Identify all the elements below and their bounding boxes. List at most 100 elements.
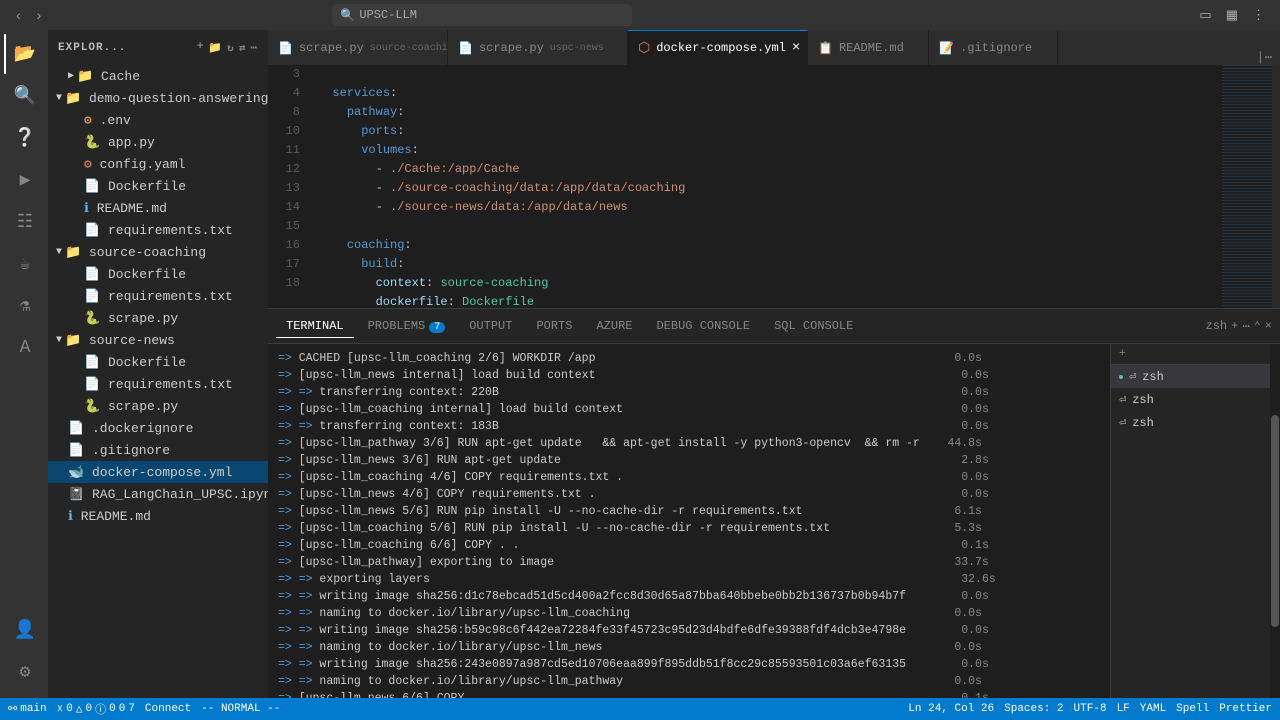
status-right: Ln 24, Col 26 Spaces: 2 UTF-8 LF YAML Sp…: [908, 703, 1272, 715]
language-status[interactable]: YAML: [1140, 703, 1166, 715]
ports-tab[interactable]: PORTS: [526, 315, 582, 338]
port-status[interactable]: Connect: [145, 703, 191, 715]
settings-icon[interactable]: ⚙: [4, 652, 44, 692]
shell-label: zsh: [1132, 393, 1154, 407]
more-icon[interactable]: ⋮: [1247, 5, 1270, 25]
terminal-scrollbar[interactable]: [1270, 344, 1280, 698]
code-content[interactable]: services: pathway: ports: volumes: - ./C…: [308, 65, 1212, 308]
shell-item-zsh-3[interactable]: ⏎ zsh: [1111, 411, 1270, 434]
refresh-icon[interactable]: ↻: [227, 41, 235, 55]
tab-bar: 📄 scrape.py source-coaching × 📄 scrape.p…: [268, 30, 1280, 65]
file-icon: 🐋: [68, 465, 84, 480]
info-count: 0: [109, 703, 116, 715]
sidebar-item-readme[interactable]: ℹ README.md: [48, 197, 268, 219]
split-editor-icon[interactable]: ⎹: [1249, 51, 1261, 65]
more-sidebar-icon[interactable]: ⋯: [250, 41, 258, 55]
terminal-output[interactable]: => CACHED [upsc-llm_coaching 2/6] WORKDI…: [268, 344, 1110, 698]
source-control-icon[interactable]: ❔: [4, 118, 44, 158]
sidebar-item-demo[interactable]: ▼ 📁 demo-question-answering: [48, 87, 268, 109]
back-button[interactable]: ‹: [10, 5, 27, 25]
sidebar-item-notebook[interactable]: 📓 RAG_LangChain_UPSC.ipynb: [48, 483, 268, 505]
shell-item-zsh-1[interactable]: ⏎ zsh: [1111, 365, 1270, 388]
problems-tab[interactable]: PROBLEMS7: [358, 315, 456, 338]
nav-buttons[interactable]: ‹ ›: [10, 5, 47, 25]
title-bar-actions: ▭ ▦ ⋮: [1194, 5, 1270, 25]
sidebar: EXPLOR... + 📁 ↻ ⇄ ⋯ ▶ 📁 Cache ▼ 📁 demo-q…: [48, 30, 268, 698]
formatter-status[interactable]: Prettier: [1219, 703, 1272, 715]
sidebar-item-apppy[interactable]: 🐍 app.py: [48, 131, 268, 153]
sidebar-item-dockerfile2[interactable]: 📄 Dockerfile: [48, 263, 268, 285]
azure-tab[interactable]: AZURE: [586, 315, 642, 338]
search-bar[interactable]: 🔍 UPSC-LLM: [332, 4, 632, 26]
account-icon[interactable]: 👤: [4, 610, 44, 650]
sidebar-item-reqtxt[interactable]: 📄 requirements.txt: [48, 219, 268, 241]
status-left: ⚯ main ☓ 0 △ 0 ⓘ 0 0 7 Connect -- NORMAL…: [8, 701, 280, 717]
sidebar-item-sourcecoaching[interactable]: ▼ 📁 source-coaching: [48, 241, 268, 263]
search-icon[interactable]: 🔍: [4, 76, 44, 116]
split-terminal-icon[interactable]: ⋯: [1242, 319, 1249, 334]
errors-status[interactable]: ☓ 0 △ 0 ⓘ 0 0 7: [57, 701, 135, 717]
sidebar-item-cache[interactable]: ▶ 📁 Cache: [48, 65, 268, 87]
sidebar-item-readme2[interactable]: ℹ README.md: [48, 505, 268, 527]
spell-status[interactable]: Spell: [1176, 703, 1209, 715]
sidebar-header: EXPLOR... + 📁 ↻ ⇄ ⋯: [48, 30, 268, 65]
docker-icon[interactable]: ☕: [4, 244, 44, 284]
branch-status[interactable]: ⚯ main: [8, 702, 47, 716]
sidebar-item-dockerfile3[interactable]: 📄 Dockerfile: [48, 351, 268, 373]
split-editor-icon[interactable]: ▭: [1194, 5, 1216, 25]
warnings-count: 0: [85, 703, 92, 715]
tab-readme[interactable]: 📋 README.md ×: [808, 30, 929, 65]
sql-console-tab[interactable]: SQL CONSOLE: [764, 315, 863, 338]
sidebar-item-dockerfile[interactable]: 📄 Dockerfile: [48, 175, 268, 197]
shell-item-zsh-2[interactable]: ⏎ zsh: [1111, 388, 1270, 411]
file-icon: ⚙: [84, 157, 92, 172]
more-tabs-icon[interactable]: ⋯: [1265, 50, 1272, 65]
sidebar-item-dockercompose[interactable]: 🐋 docker-compose.yml: [48, 461, 268, 483]
encoding-status[interactable]: UTF-8: [1074, 703, 1107, 715]
eol-status[interactable]: LF: [1117, 703, 1130, 715]
tab-scrape-coaching[interactable]: 📄 scrape.py source-coaching ×: [268, 30, 448, 65]
extensions-icon[interactable]: ☷: [4, 202, 44, 242]
sidebar-item-configyaml[interactable]: ⚙ config.yaml: [48, 153, 268, 175]
sidebar-item-dockerignore[interactable]: 📄 .dockerignore: [48, 417, 268, 439]
new-shell-icon[interactable]: +: [1119, 348, 1126, 360]
tab-icon: 📄: [278, 41, 293, 56]
output-tab[interactable]: OUTPUT: [459, 315, 522, 338]
sidebar-item-scrapepy[interactable]: 🐍 scrape.py: [48, 307, 268, 329]
forward-button[interactable]: ›: [31, 5, 48, 25]
sidebar-item-env[interactable]: ⚙ .env: [48, 109, 268, 131]
sidebar-item-reqtxt2[interactable]: 📄 requirements.txt: [48, 285, 268, 307]
file-icon: 📄: [68, 443, 84, 458]
tab-scrape-news[interactable]: 📄 scrape.py uspc-news ×: [448, 30, 628, 65]
layout-icon[interactable]: ▦: [1221, 5, 1243, 25]
terminal-tab[interactable]: TERMINAL: [276, 315, 354, 338]
new-file-icon[interactable]: +: [197, 41, 205, 55]
close-terminal-icon[interactable]: ×: [1265, 319, 1272, 333]
new-terminal-icon[interactable]: zsh: [1206, 319, 1228, 333]
collapse-icon[interactable]: ⇄: [239, 41, 247, 55]
text-icon[interactable]: A: [4, 328, 44, 368]
tab-label: scrape.py: [299, 41, 364, 55]
flask-icon[interactable]: ⚗: [4, 286, 44, 326]
new-folder-icon[interactable]: 📁: [208, 41, 223, 55]
terminal-body: => CACHED [upsc-llm_coaching 2/6] WORKDI…: [268, 344, 1280, 698]
terminal-scrollbar-thumb[interactable]: [1271, 415, 1279, 627]
tab-docker-compose[interactable]: ⬡ docker-compose.yml ×: [628, 30, 808, 65]
sidebar-item-sourcenews[interactable]: ▼ 📁 source-news: [48, 329, 268, 351]
shell-list-header: +: [1111, 344, 1270, 365]
sidebar-item-gitignore[interactable]: 📄 .gitignore: [48, 439, 268, 461]
explorer-icon[interactable]: 📂: [4, 34, 44, 74]
editor-scrollbar[interactable]: [1272, 65, 1280, 308]
folder-icon: 📁: [77, 69, 93, 84]
tab-close-icon[interactable]: ×: [792, 40, 800, 56]
spaces-status[interactable]: Spaces: 2: [1004, 703, 1063, 715]
debug-console-tab[interactable]: DEBUG CONSOLE: [646, 315, 760, 338]
tab-gitignore[interactable]: 📝 .gitignore ×: [929, 30, 1057, 65]
sidebar-item-scrapepy2[interactable]: 🐍 scrape.py: [48, 395, 268, 417]
sidebar-item-reqtxt3[interactable]: 📄 requirements.txt: [48, 373, 268, 395]
run-icon[interactable]: ▶: [4, 160, 44, 200]
cursor-position[interactable]: Ln 24, Col 26: [908, 703, 994, 715]
folder-arrow-icon: ▼: [56, 247, 62, 258]
maximize-terminal-icon[interactable]: ⌃: [1254, 319, 1261, 334]
add-terminal-icon[interactable]: +: [1231, 319, 1238, 333]
